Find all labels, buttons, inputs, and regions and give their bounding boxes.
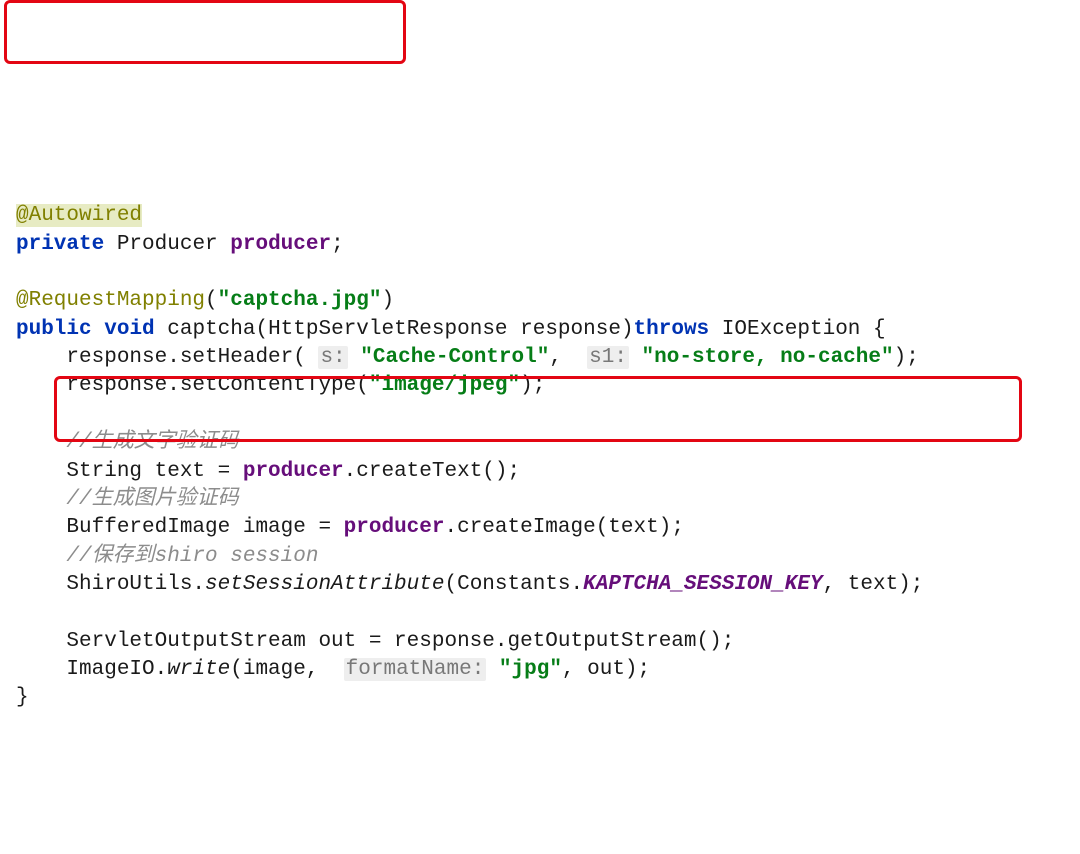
field-producer: producer bbox=[230, 233, 331, 256]
comment-3: //保存到shiro session bbox=[16, 545, 318, 568]
str-nocache: "no-store, no-cache" bbox=[642, 346, 894, 369]
type-producer: Producer bbox=[117, 233, 218, 256]
code-block: @Autowired private Producer producer; @R… bbox=[16, 202, 1080, 712]
str-captcha: "captcha.jpg" bbox=[218, 289, 382, 312]
method-sig: captcha(HttpServletResponse response) bbox=[167, 318, 633, 341]
annotation-autowired: @Autowired bbox=[16, 204, 142, 227]
str-jpeg: "image/jpeg" bbox=[369, 374, 520, 397]
field-producer-1: producer bbox=[243, 460, 344, 483]
hint-formatname: formatName: bbox=[344, 658, 487, 681]
comment-2: //生成图片验证码 bbox=[16, 488, 239, 511]
kw-throws: throws bbox=[634, 318, 710, 341]
method-write: write bbox=[167, 658, 230, 681]
kw-void: void bbox=[104, 318, 154, 341]
highlight-box-1 bbox=[4, 0, 406, 64]
hint-s: s: bbox=[318, 346, 347, 369]
comment-1: //生成文字验证码 bbox=[16, 431, 239, 454]
const-kaptcha: KAPTCHA_SESSION_KEY bbox=[583, 573, 822, 596]
method-setsession: setSessionAttribute bbox=[205, 573, 444, 596]
str-cachecontrol: "Cache-Control" bbox=[360, 346, 549, 369]
kw-public: public bbox=[16, 318, 92, 341]
hint-s1: s1: bbox=[587, 346, 629, 369]
closing-brace: } bbox=[16, 686, 29, 709]
line-out: ServletOutputStream out = response.getOu… bbox=[16, 630, 734, 653]
annotation-requestmapping: @RequestMapping bbox=[16, 289, 205, 312]
str-jpg: "jpg" bbox=[499, 658, 562, 681]
kw-private: private bbox=[16, 233, 104, 256]
